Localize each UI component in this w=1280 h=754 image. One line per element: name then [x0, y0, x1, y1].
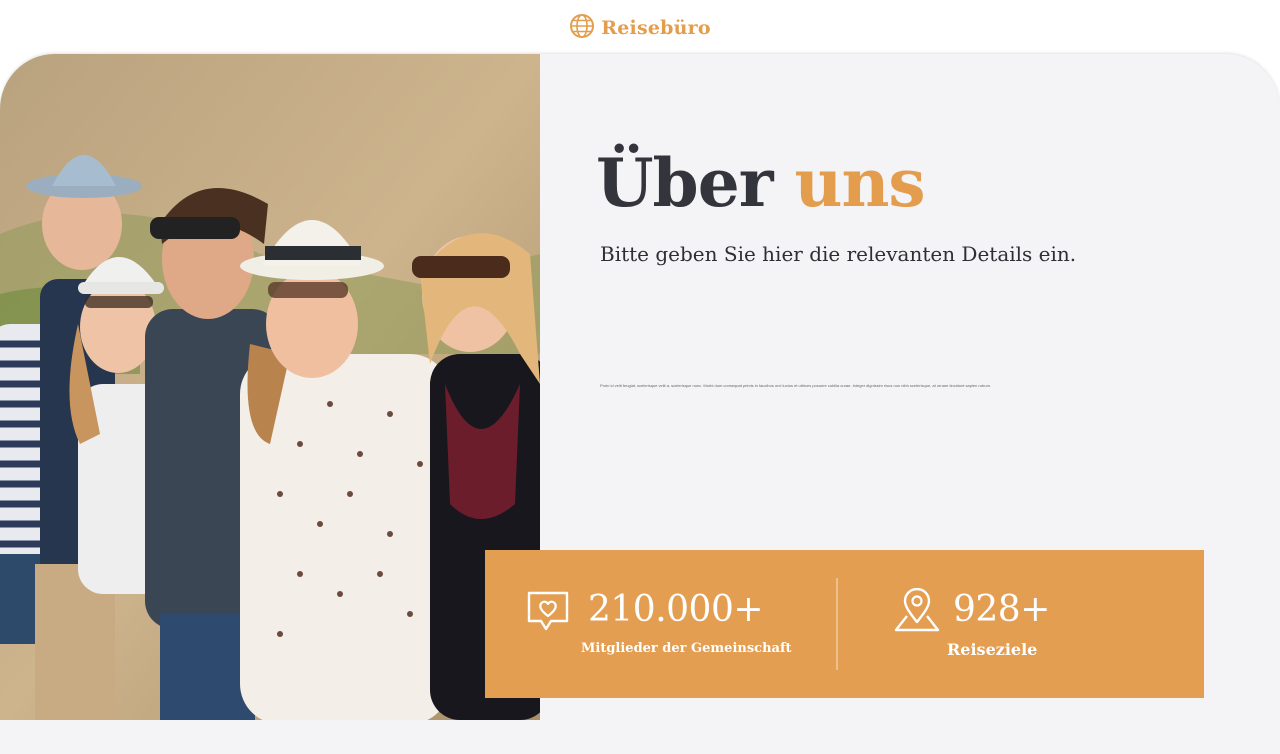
about-card: Über uns Bitte geben Sie hier die releva… [0, 54, 1280, 754]
globe-icon [569, 13, 595, 43]
stat-members-label: Mitglieder der Gemeinschaft [581, 641, 792, 656]
title-accent: uns [794, 144, 925, 222]
stat-destinations-value: 928+ [953, 589, 1050, 630]
body-text: Proin id velit feugiat, scelerisque veli… [600, 383, 992, 388]
stat-destinations-label: Reiseziele [947, 640, 1038, 659]
group-photo [0, 54, 540, 720]
heart-chat-icon [525, 589, 571, 639]
title-main: Über [596, 144, 773, 222]
brand-name[interactable]: Reisebüro [601, 17, 710, 39]
stat-members: 210.000+ Mitglieder der Gemeinschaft [485, 550, 836, 698]
brand-header: Reisebüro [0, 14, 1280, 42]
subtitle: Bitte geben Sie hier die relevanten Deta… [600, 242, 1077, 266]
page-title: Über uns [596, 150, 926, 216]
stats-panel: 210.000+ Mitglieder der Gemeinschaft 928… [485, 550, 1204, 698]
stat-destinations: 928+ Reiseziele [837, 550, 1204, 698]
stat-members-value: 210.000+ [588, 589, 764, 630]
map-pin-icon [893, 587, 941, 638]
